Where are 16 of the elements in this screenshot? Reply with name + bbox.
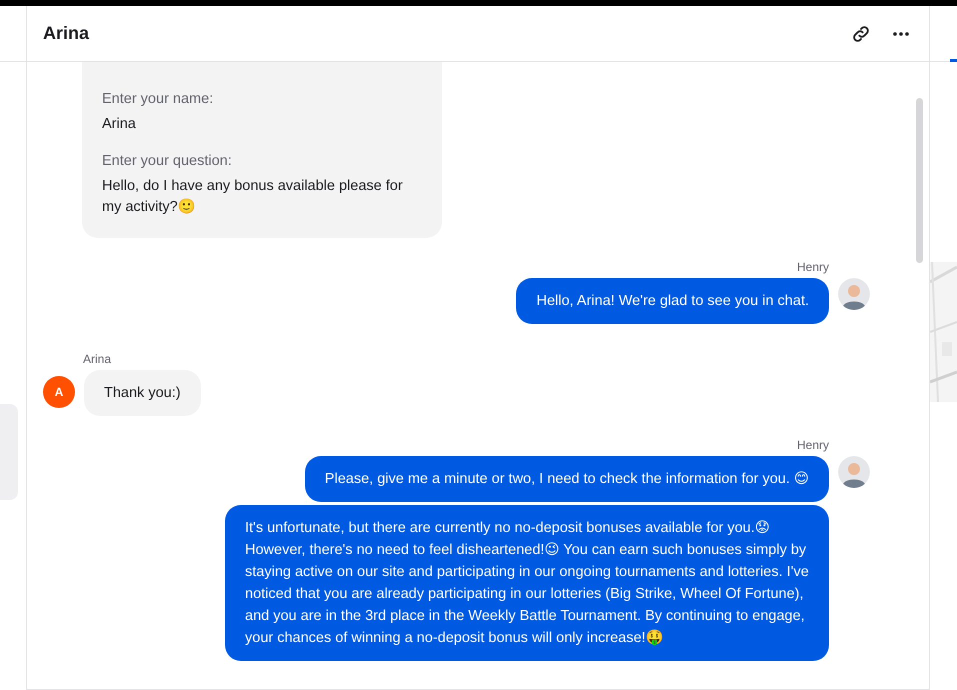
user-avatar	[838, 456, 870, 488]
sender-name: Arina	[83, 352, 112, 366]
form-field-value: Arina	[102, 115, 137, 134]
message-bubble: Thank you:)	[84, 370, 201, 416]
form-field-value: Hello, do I have any bonus available please for my activity?🙂	[102, 177, 404, 217]
scrollbar[interactable]	[916, 98, 923, 263]
chat-title: Arina	[43, 23, 90, 44]
user-avatar	[838, 278, 870, 310]
message-bubble: It's unfortunate, but there are currently no no-deposit bonuses available for you.😟 However, there's no need to feel disheartened!😉 You can earn such bonuses simply by staying active on our site and participating in our ongoing tournaments and lotteries. I've noticed that you are already participating in our lotteries (Big Strike, Wheel Of Fortune), and you are in the 3rd place in the Weekly Battle Tournament. By continuing to engage, your chances of winning a no-deposit bonus will only increase!🤑	[225, 505, 829, 661]
sender-name: Henry	[796, 438, 829, 452]
form-field-label: Enter your name:	[102, 90, 214, 109]
sender-name: Henry	[796, 260, 829, 274]
message-bubble: Please, give me a minute or two, I need to check the information for you. 😊	[304, 456, 829, 502]
message-bubble: Hello, Arina! We're glad to see you in chat.	[516, 278, 829, 324]
form-field-label: Enter your question:	[102, 152, 233, 171]
user-avatar: A	[43, 376, 75, 408]
